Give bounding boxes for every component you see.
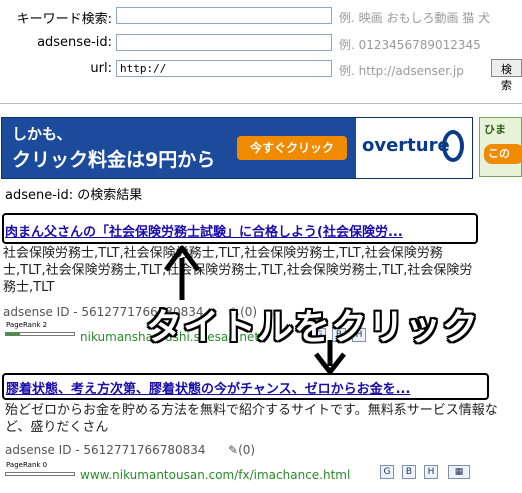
annotation-text: タイトルをクリック — [146, 307, 480, 348]
annotation-arrows — [163, 245, 346, 375]
